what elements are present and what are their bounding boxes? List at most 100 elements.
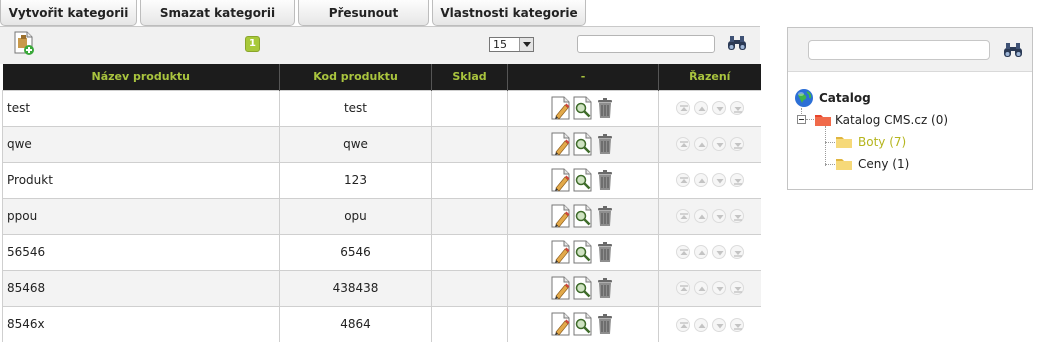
preview-icon[interactable]	[572, 312, 594, 336]
cell-product-code: 4864	[279, 305, 432, 342]
tree-node-katalog[interactable]: Katalog CMS.cz (0)	[835, 113, 948, 127]
move-top-icon[interactable]	[675, 281, 690, 296]
edit-icon[interactable]	[550, 168, 572, 192]
table-row[interactable]: qwe qwe	[2, 125, 761, 162]
preview-icon[interactable]	[572, 276, 594, 300]
collapse-toggle-icon[interactable]	[797, 115, 806, 124]
move-down-icon[interactable]	[711, 173, 726, 188]
move-up-icon[interactable]	[693, 137, 708, 152]
tab-create-category[interactable]: Vytvořit kategorii	[0, 0, 137, 26]
preview-icon[interactable]	[572, 132, 594, 156]
trash-icon[interactable]	[594, 168, 616, 192]
tree-connector	[825, 164, 835, 165]
edit-icon[interactable]	[550, 132, 572, 156]
move-bottom-icon[interactable]	[729, 101, 744, 116]
move-up-icon[interactable]	[693, 101, 708, 116]
preview-icon[interactable]	[572, 240, 594, 264]
cell-stock	[431, 305, 508, 342]
move-bottom-icon[interactable]	[729, 317, 744, 332]
cell-stock	[431, 161, 508, 198]
cell-product-name: test	[2, 89, 280, 126]
move-up-icon[interactable]	[693, 209, 708, 224]
trash-icon[interactable]	[594, 312, 616, 336]
move-down-icon[interactable]	[711, 281, 726, 296]
preview-icon[interactable]	[572, 204, 594, 228]
move-down-icon[interactable]	[711, 137, 726, 152]
cell-sorting	[658, 161, 761, 198]
cell-sorting	[658, 233, 761, 270]
move-down-icon[interactable]	[711, 101, 726, 116]
move-bottom-icon[interactable]	[729, 173, 744, 188]
cell-sorting	[658, 269, 761, 306]
tree-connector	[825, 142, 835, 143]
cell-row-actions	[507, 125, 659, 162]
tab-delete-category[interactable]: Smazat kategorii	[140, 0, 295, 26]
move-top-icon[interactable]	[675, 101, 690, 116]
table-row[interactable]: test test	[2, 89, 761, 126]
move-up-icon[interactable]	[693, 317, 708, 332]
trash-icon[interactable]	[594, 132, 616, 156]
binoculars-icon[interactable]	[1002, 42, 1024, 58]
cell-stock	[431, 89, 508, 126]
preview-icon[interactable]	[572, 96, 594, 120]
move-bottom-icon[interactable]	[729, 137, 744, 152]
move-down-icon[interactable]	[711, 209, 726, 224]
move-up-icon[interactable]	[693, 173, 708, 188]
table-row[interactable]: Produkt 123	[2, 161, 761, 198]
cell-row-actions	[507, 269, 659, 306]
per-page-select[interactable]: 15	[489, 37, 534, 52]
cell-sorting	[658, 305, 761, 342]
move-down-icon[interactable]	[711, 245, 726, 260]
move-up-icon[interactable]	[693, 245, 708, 260]
preview-icon[interactable]	[572, 168, 594, 192]
cell-row-actions	[507, 197, 659, 234]
move-bottom-icon[interactable]	[729, 245, 744, 260]
move-down-icon[interactable]	[711, 317, 726, 332]
edit-icon[interactable]	[550, 240, 572, 264]
move-top-icon[interactable]	[675, 173, 690, 188]
tab-category-properties[interactable]: Vlastnosti kategorie	[432, 0, 586, 26]
trash-icon[interactable]	[594, 276, 616, 300]
table-row[interactable]: 85468 438438	[2, 269, 761, 306]
chevron-down-icon[interactable]	[519, 38, 533, 51]
column-header-stock[interactable]: Sklad	[431, 64, 508, 90]
column-header-name[interactable]: Název produktu	[2, 64, 280, 90]
trash-icon[interactable]	[594, 96, 616, 120]
tree-search-input[interactable]	[808, 40, 990, 60]
edit-icon[interactable]	[550, 204, 572, 228]
move-up-icon[interactable]	[693, 281, 708, 296]
cell-row-actions	[507, 233, 659, 270]
edit-icon[interactable]	[550, 96, 572, 120]
cell-sorting	[658, 125, 761, 162]
tree-node-boty[interactable]: Boty (7)	[858, 135, 906, 149]
cell-product-code: 438438	[279, 269, 432, 306]
cell-product-code: opu	[279, 197, 432, 234]
toolbar: 1 15	[0, 27, 760, 64]
add-product-icon[interactable]	[12, 30, 36, 56]
tree-root-catalog[interactable]: Catalog	[819, 91, 871, 105]
move-bottom-icon[interactable]	[729, 281, 744, 296]
table-header-row: Název produktu Kod produktu Sklad - Řaze…	[2, 64, 761, 90]
table-row[interactable]: 8546x 4864	[2, 305, 761, 342]
binoculars-icon[interactable]	[726, 35, 748, 51]
move-top-icon[interactable]	[675, 209, 690, 224]
move-top-icon[interactable]	[675, 317, 690, 332]
move-top-icon[interactable]	[675, 245, 690, 260]
edit-icon[interactable]	[550, 276, 572, 300]
trash-icon[interactable]	[594, 240, 616, 264]
move-bottom-icon[interactable]	[729, 209, 744, 224]
cell-sorting	[658, 197, 761, 234]
pagination-current-page[interactable]: 1	[245, 36, 260, 52]
edit-icon[interactable]	[550, 312, 572, 336]
tab-move-category[interactable]: Přesunout kategorii	[298, 0, 429, 46]
cell-product-code: 6546	[279, 233, 432, 270]
cell-product-name: qwe	[2, 125, 280, 162]
move-top-icon[interactable]	[675, 137, 690, 152]
column-header-code[interactable]: Kod produktu	[279, 64, 432, 90]
table-row[interactable]: 56546 6546	[2, 233, 761, 270]
tree-node-ceny[interactable]: Ceny (1)	[858, 157, 909, 171]
trash-icon[interactable]	[594, 204, 616, 228]
search-input[interactable]	[577, 35, 715, 53]
tree-connector	[825, 126, 826, 166]
table-row[interactable]: ppou opu	[2, 197, 761, 234]
